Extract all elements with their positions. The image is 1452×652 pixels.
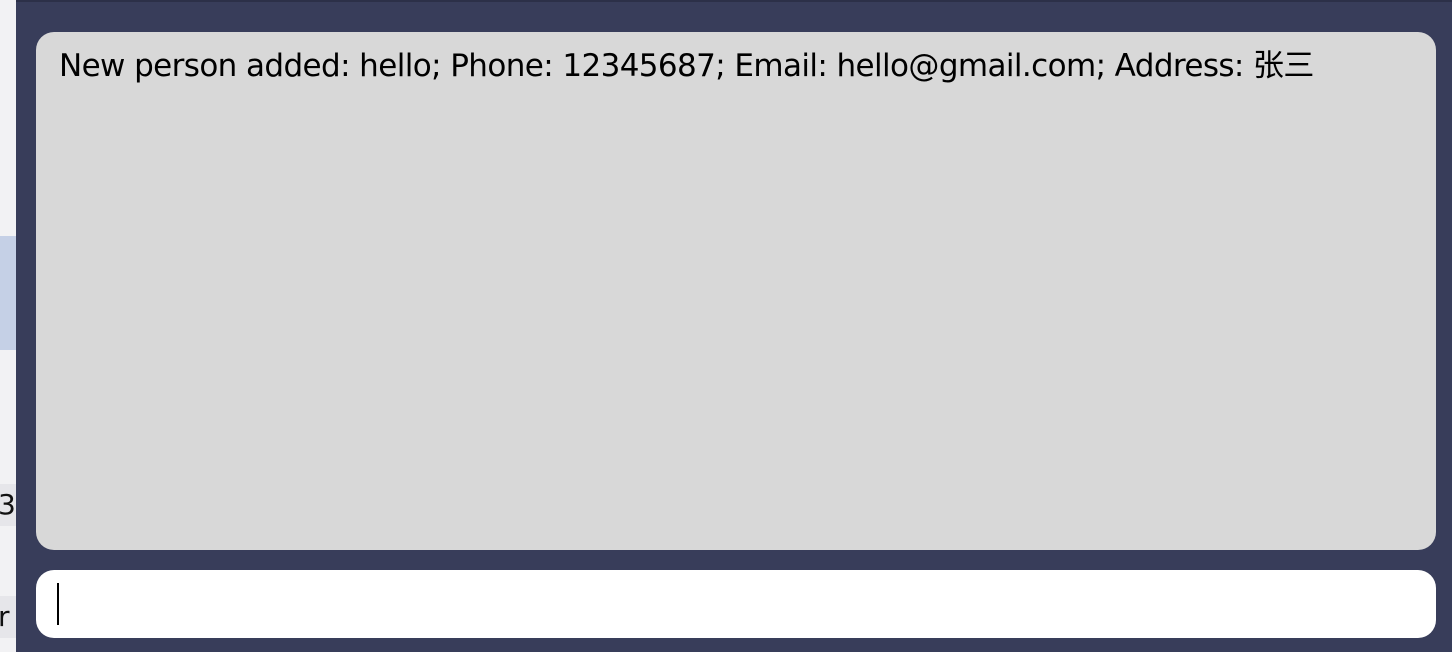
command-input[interactable] <box>58 580 1414 628</box>
text-cursor <box>57 583 59 625</box>
background-selected-row <box>0 236 16 350</box>
app-window: New person added: hello; Phone: 12345687… <box>16 0 1452 652</box>
window-top-border <box>16 0 1452 2</box>
result-message: New person added: hello; Phone: 12345687… <box>59 48 1314 84</box>
result-display: New person added: hello; Phone: 12345687… <box>36 32 1436 550</box>
background-text-fragment: 3 <box>0 484 16 526</box>
background-text-fragment: r <box>0 596 16 638</box>
background-window-edge: 3 r <box>0 0 16 652</box>
command-box[interactable] <box>36 570 1436 638</box>
